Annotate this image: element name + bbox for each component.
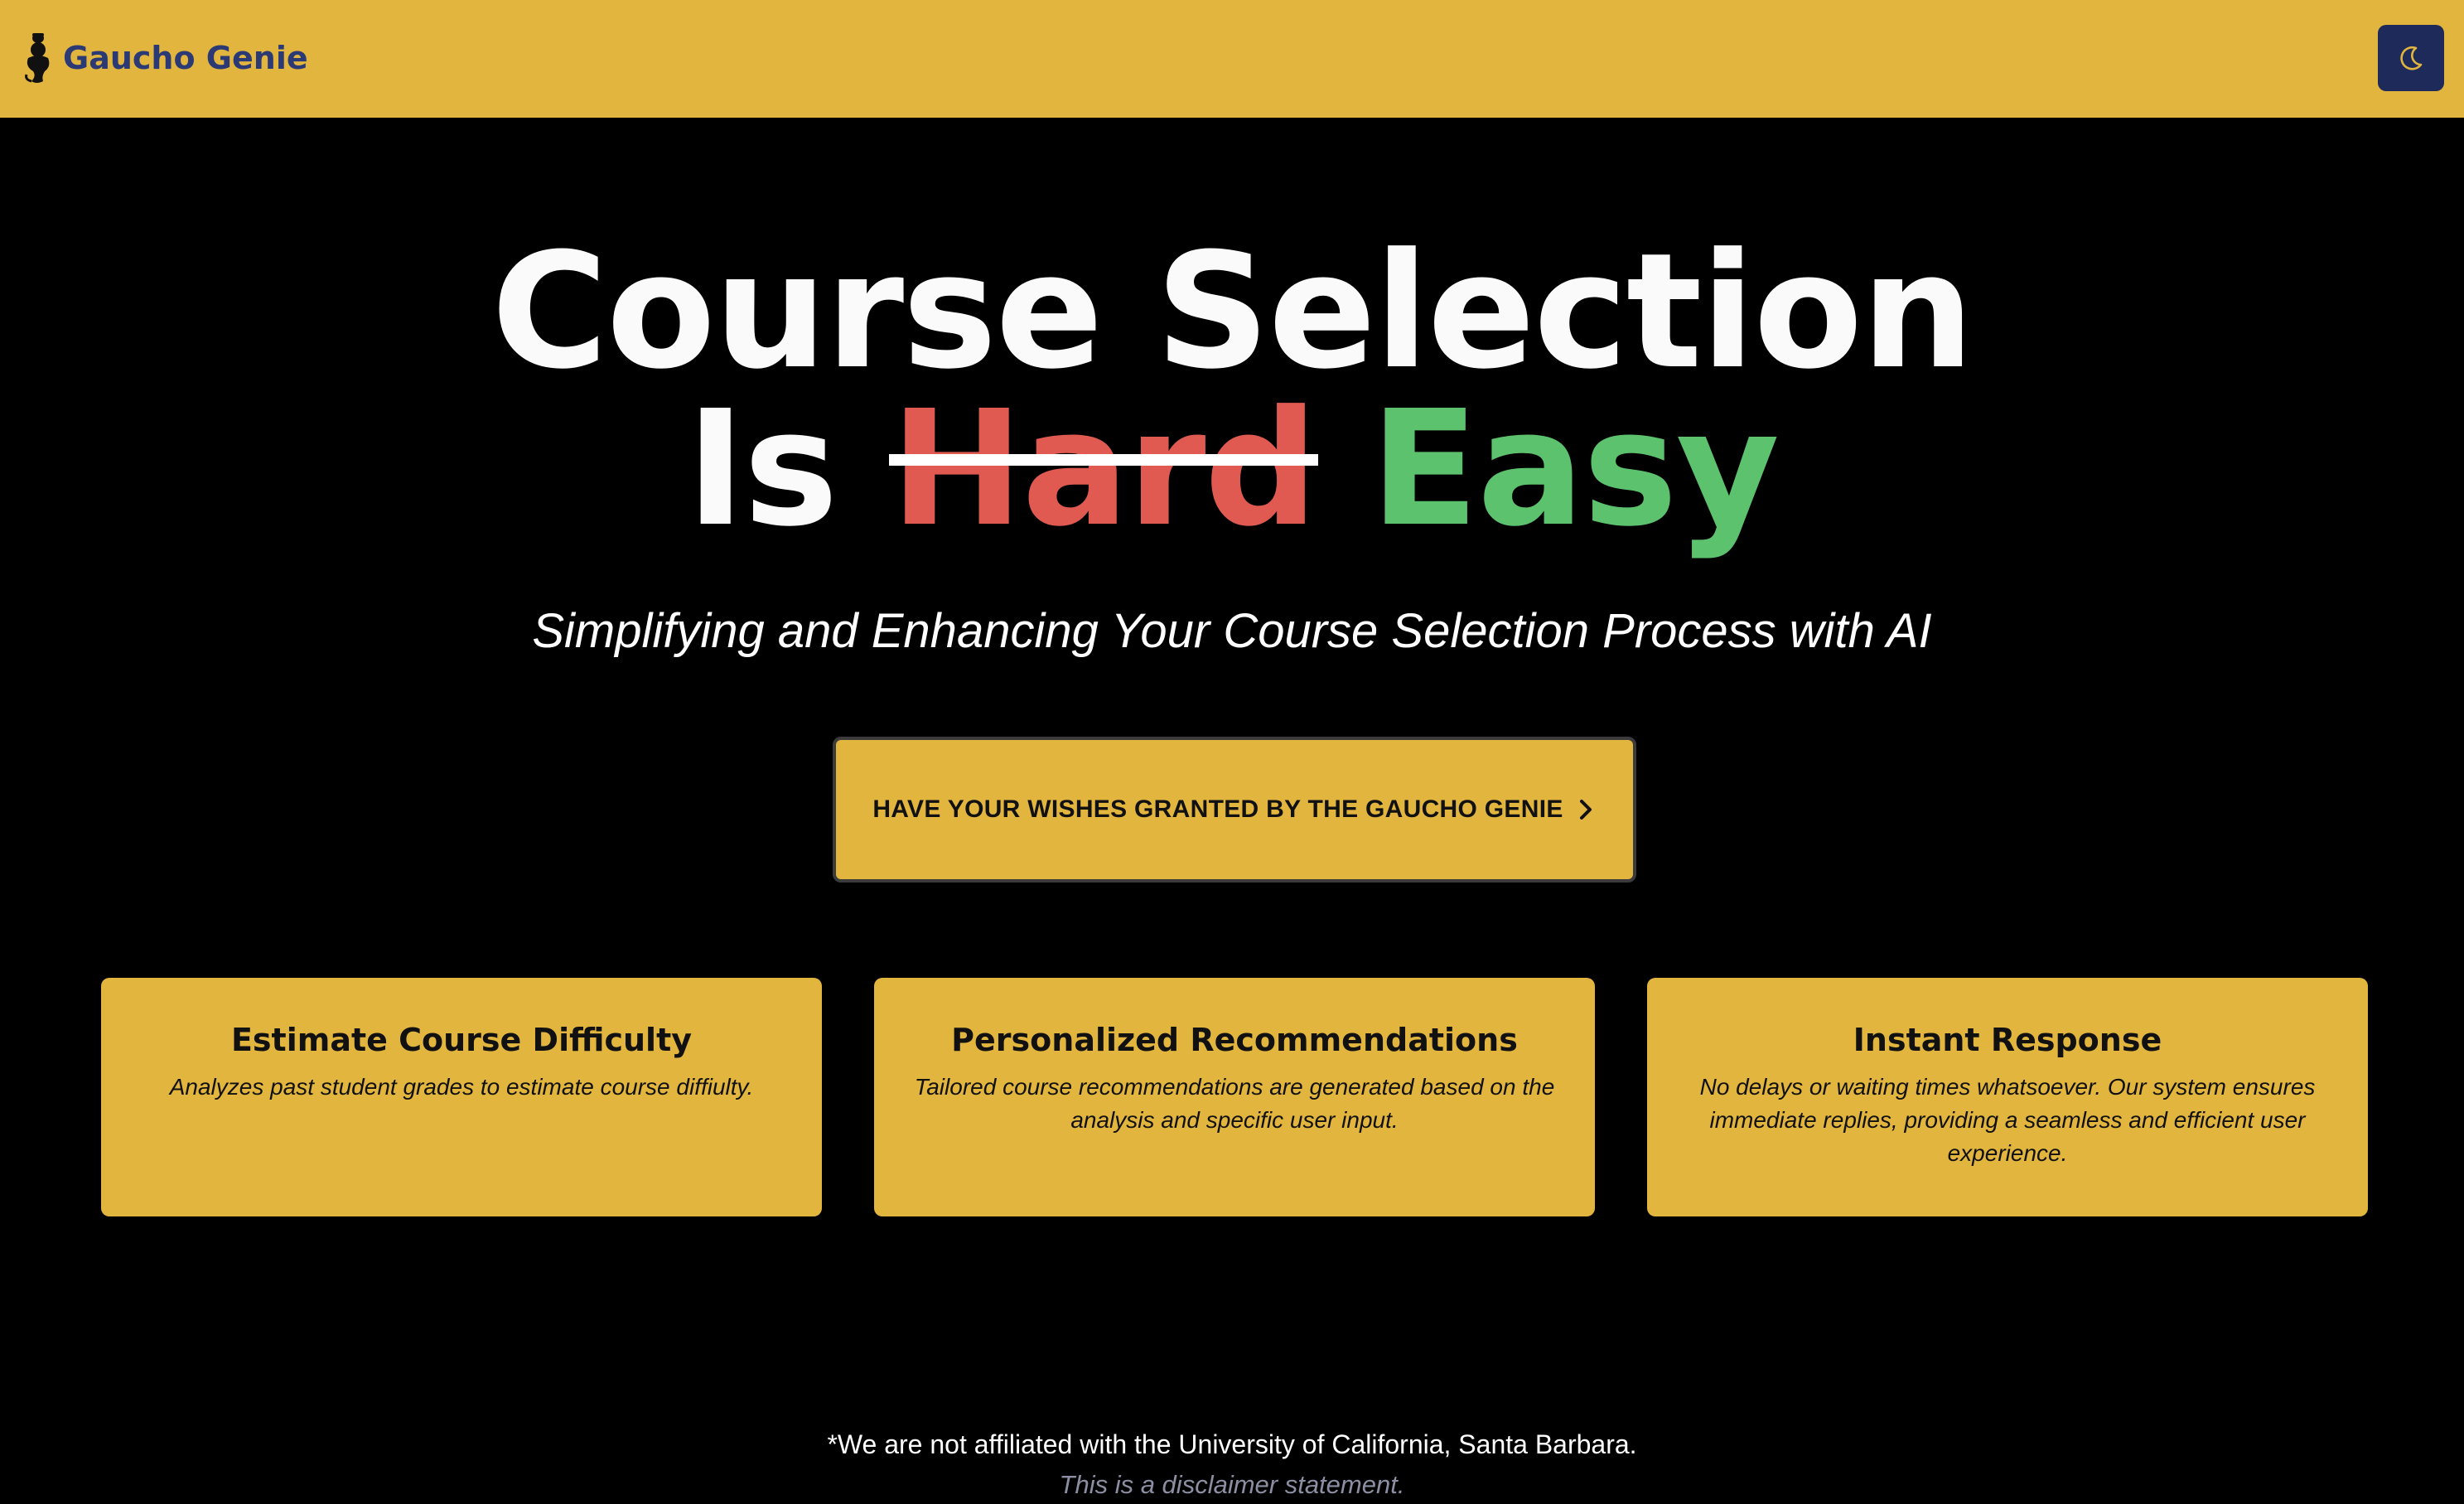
headline-prefix: Is [686, 377, 838, 562]
feature-title: Estimate Course Difficulty [230, 1022, 693, 1058]
cta-button[interactable]: HAVE YOUR WISHES GRANTED BY THE GAUCHO G… [833, 737, 1636, 883]
navbar: Gaucho Genie [0, 0, 2464, 118]
disclaimer-text: *We are not affiliated with the Universi… [827, 1429, 1637, 1459]
theme-toggle-button[interactable] [2378, 25, 2444, 91]
feature-card-instant-response: Instant Response No delays or waiting ti… [1647, 978, 2368, 1216]
struck-word-text: Hard [890, 377, 1318, 562]
replacement-word: Easy [1370, 377, 1780, 562]
strikethrough-line [888, 454, 1318, 466]
feature-description: Tailored course recommendations are gene… [914, 1074, 1555, 1133]
struck-word: Hard [888, 375, 1318, 565]
hero-headline-line2: Is Hard Easy [0, 375, 2464, 565]
feature-title: Instant Response [1853, 1022, 2162, 1058]
feature-description: Analyzes past student grades to estimate… [169, 1074, 754, 1100]
chevron-right-icon [1579, 800, 1592, 820]
feature-title: Personalized Recommendations [951, 1022, 1518, 1058]
disclaimer-note: This is a disclaimer statement. [1059, 1470, 1405, 1499]
hero-subtitle: Simplifying and Enhancing Your Course Se… [532, 604, 1932, 658]
feature-card-recommendations: Personalized Recommendations Tailored co… [874, 978, 1595, 1216]
cta-label: HAVE YOUR WISHES GRANTED BY THE GAUCHO G… [872, 796, 1563, 823]
brand-link[interactable]: Gaucho Genie [22, 30, 308, 86]
moon-icon [2400, 46, 2423, 70]
genie-icon [25, 33, 50, 83]
brand-name: Gaucho Genie [63, 40, 308, 76]
feature-description: No delays or waiting times whatsoever. O… [1699, 1074, 2316, 1166]
feature-card-difficulty: Estimate Course Difficulty Analyzes past… [101, 978, 822, 1216]
